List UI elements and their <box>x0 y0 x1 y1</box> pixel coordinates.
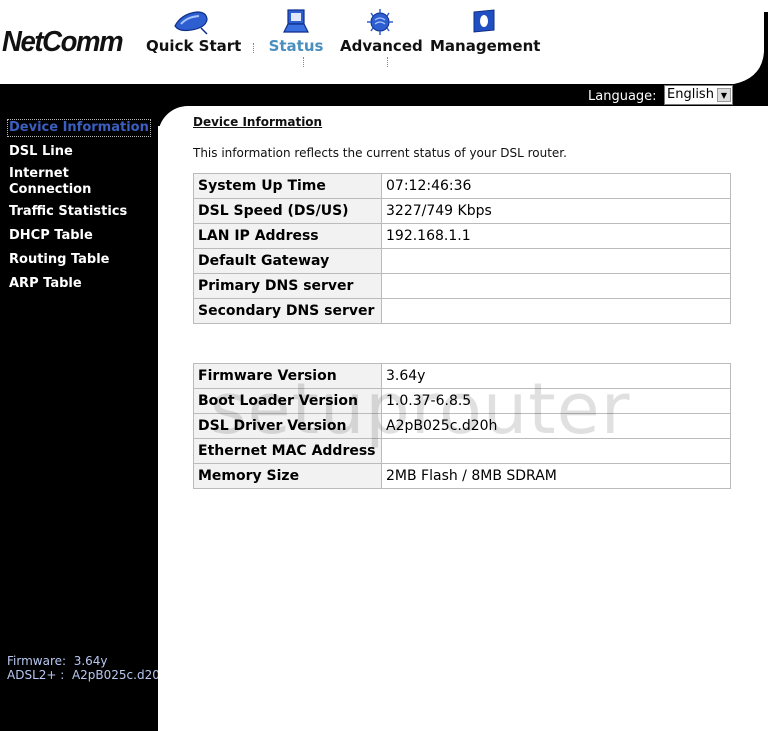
firmware-label: Firmware: <box>7 654 67 668</box>
table-row: LAN IP Address 192.168.1.1 <box>193 223 731 249</box>
table-row: Default Gateway <box>193 248 731 274</box>
nav-advanced[interactable]: Advanced <box>340 8 423 55</box>
row-key: Ethernet MAC Address <box>193 438 382 464</box>
row-key: LAN IP Address <box>193 223 382 249</box>
adsl-line: ADSL2+ : A2pB025c.d20h <box>7 668 158 682</box>
adsl-label: ADSL2+ : <box>7 668 65 682</box>
nav-status[interactable]: Status <box>266 8 326 55</box>
language-label: Language: <box>588 89 657 104</box>
table-row: Primary DNS server <box>193 273 731 299</box>
row-value <box>381 248 731 274</box>
nav-quick-start[interactable]: Quick Start <box>146 8 242 55</box>
page-description: This information reflects the current st… <box>193 146 567 160</box>
sidebar-item-dhcp-table[interactable]: DHCP Table <box>9 228 93 244</box>
firmware-value: 3.64y <box>73 654 108 668</box>
language-selected-value: English <box>667 87 714 102</box>
nav-management[interactable]: Management <box>430 8 541 55</box>
page-title: Device Information <box>193 115 323 129</box>
sidebar-item-routing-table[interactable]: Routing Table <box>9 252 110 268</box>
header: NetComm Quick Start Status Advanced Mana… <box>0 0 768 84</box>
row-value: 07:12:46:36 <box>381 173 731 199</box>
main-content: Device Information This information refl… <box>193 115 733 160</box>
sidebar-item-traffic-statistics[interactable]: Traffic Statistics <box>9 204 127 220</box>
chip-icon <box>367 9 393 35</box>
version-table: Firmware Version 3.64y Boot Loader Versio… <box>193 363 731 489</box>
row-key: System Up Time <box>193 173 382 199</box>
row-value <box>381 298 731 324</box>
row-value: 3.64y <box>381 363 731 389</box>
table-row: DSL Speed (DS/US) 3227/749 Kbps <box>193 198 731 224</box>
nav-label: Advanced <box>340 37 423 55</box>
row-key: Firmware Version <box>193 363 382 389</box>
modem-icon <box>174 11 208 35</box>
laptop-icon <box>283 9 309 33</box>
sidebar-item-arp-table[interactable]: ARP Table <box>9 276 82 292</box>
row-key: DSL Speed (DS/US) <box>193 198 382 224</box>
table-row: Secondary DNS server <box>193 298 731 324</box>
row-key: Secondary DNS server <box>193 298 382 324</box>
status-table: System Up Time 07:12:46:36 DSL Speed (DS/… <box>193 173 731 324</box>
nav-label: Quick Start <box>146 37 242 55</box>
netcomm-logo: NetComm <box>2 26 124 58</box>
sidebar: Device Information DSL Line Internet Con… <box>0 106 158 731</box>
header-corner-decoration <box>734 12 768 84</box>
sidebar-item-device-information[interactable]: Device Information <box>7 119 151 137</box>
row-key: DSL Driver Version <box>193 413 382 439</box>
table-row: Firmware Version 3.64y <box>193 363 731 389</box>
content-corner-decoration <box>158 106 218 166</box>
row-value: 2MB Flash / 8MB SDRAM <box>381 463 731 489</box>
sidebar-item-internet-connection[interactable]: Internet Connection <box>9 166 109 198</box>
nav-label: Management <box>430 37 541 55</box>
table-row: DSL Driver Version A2pB025c.d20h <box>193 413 731 439</box>
table-row: Ethernet MAC Address <box>193 438 731 464</box>
folder-disc-icon <box>473 9 495 33</box>
row-value <box>381 273 731 299</box>
dropdown-arrow-icon[interactable]: ▼ <box>717 88 731 102</box>
table-row: Boot Loader Version 1.0.37-6.8.5 <box>193 388 731 414</box>
sidebar-version-info: Firmware: 3.64y ADSL2+ : A2pB025c.d20h <box>7 654 158 682</box>
row-key: Default Gateway <box>193 248 382 274</box>
language-select[interactable]: English ▼ <box>664 85 733 105</box>
nav-label: Status <box>268 37 324 55</box>
row-key: Boot Loader Version <box>193 388 382 414</box>
language-bar: Language: English ▼ <box>0 84 768 106</box>
sidebar-item-dsl-line[interactable]: DSL Line <box>9 144 73 160</box>
row-value <box>381 438 731 464</box>
nav-separator <box>253 43 254 53</box>
row-value: 1.0.37-6.8.5 <box>381 388 731 414</box>
firmware-line: Firmware: 3.64y <box>7 654 158 668</box>
nav-separator <box>387 57 388 67</box>
table-row: Memory Size 2MB Flash / 8MB SDRAM <box>193 463 731 489</box>
row-value: 192.168.1.1 <box>381 223 731 249</box>
row-value: 3227/749 Kbps <box>381 198 731 224</box>
row-value: A2pB025c.d20h <box>381 413 731 439</box>
table-row: System Up Time 07:12:46:36 <box>193 173 731 199</box>
row-key: Memory Size <box>193 463 382 489</box>
nav-separator <box>303 57 304 67</box>
adsl-value: A2pB025c.d20h <box>71 668 158 682</box>
row-key: Primary DNS server <box>193 273 382 299</box>
